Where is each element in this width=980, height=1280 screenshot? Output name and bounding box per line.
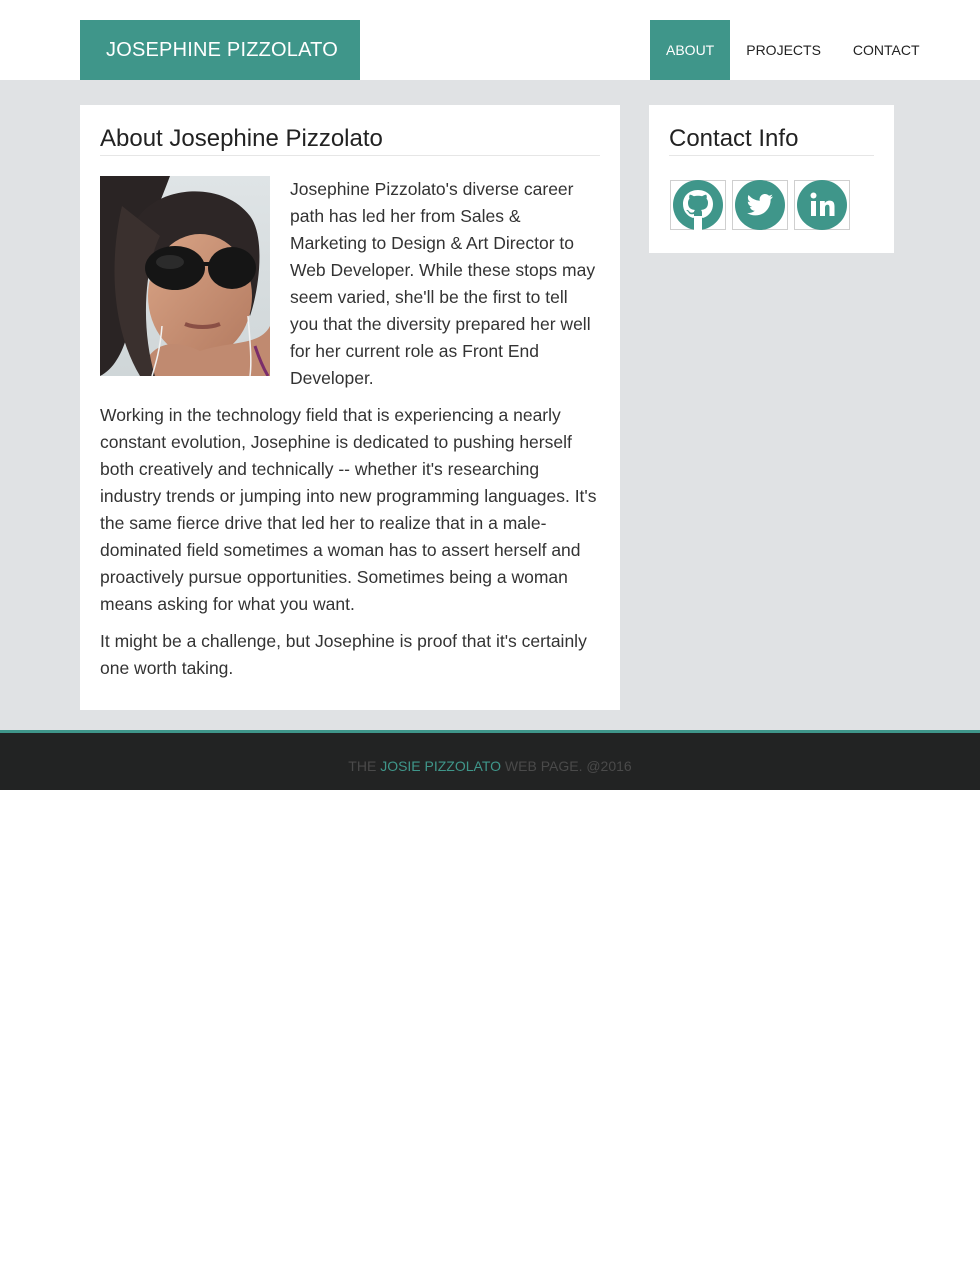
profile-photo	[100, 176, 270, 376]
site-brand[interactable]: JOSEPHINE PIZZOLATO	[80, 20, 360, 80]
twitter-link[interactable]	[732, 180, 788, 230]
social-links	[670, 180, 874, 230]
nav-item-contact[interactable]: CONTACT	[837, 20, 936, 80]
site-header: JOSEPHINE PIZZOLATO ABOUT PROJECTS CONTA…	[0, 0, 980, 80]
site-footer: THE JOSIE PIZZOLATO WEB PAGE. @2016	[0, 730, 980, 790]
about-paragraph: It might be a challenge, but Josephine i…	[100, 631, 587, 678]
linkedin-link[interactable]	[794, 180, 850, 230]
about-body: Josephine Pizzolato's diverse career pat…	[100, 176, 600, 682]
nav-item-projects[interactable]: PROJECTS	[730, 20, 837, 80]
linkedin-icon	[797, 180, 847, 230]
nav-item-about[interactable]: ABOUT	[650, 20, 731, 80]
github-link[interactable]	[670, 180, 726, 230]
main-nav: ABOUT PROJECTS CONTACT	[650, 20, 936, 80]
twitter-icon	[735, 180, 785, 230]
github-icon	[673, 180, 723, 230]
footer-suffix: WEB PAGE. @2016	[504, 758, 632, 774]
about-paragraph: Working in the technology field that is …	[100, 405, 597, 614]
contact-title: Contact Info	[669, 125, 874, 156]
contact-card: Contact Info	[649, 105, 894, 253]
footer-prefix: THE	[348, 758, 377, 774]
about-title: About Josephine Pizzolato	[100, 125, 600, 156]
about-card: About Josephine Pizzolato Josephine Pizz…	[80, 105, 620, 710]
main-content: About Josephine Pizzolato Josephine Pizz…	[0, 80, 980, 730]
footer-name-link[interactable]: JOSIE PIZZOLATO	[380, 758, 501, 774]
